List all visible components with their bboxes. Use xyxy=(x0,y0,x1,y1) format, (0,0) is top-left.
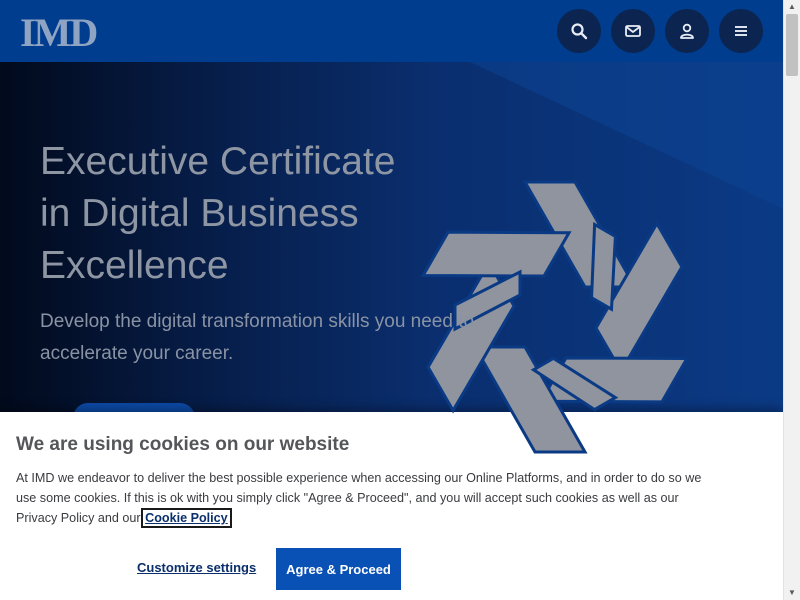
cookie-text-line: Privacy Policy and our xyxy=(16,511,141,525)
scrollbar-thumb[interactable] xyxy=(786,14,798,76)
search-icon xyxy=(571,23,588,40)
user-icon xyxy=(680,23,694,39)
contact-button[interactable] xyxy=(611,9,655,53)
hero-subtitle-line: accelerate your career. xyxy=(40,343,234,364)
scroll-down-arrow-icon[interactable]: ▼ xyxy=(787,588,797,598)
agree-proceed-button[interactable]: Agree & Proceed xyxy=(276,548,401,590)
hero-subtitle: Develop the digital transformation skill… xyxy=(40,306,560,370)
mail-icon xyxy=(625,25,641,37)
search-button[interactable] xyxy=(557,9,601,53)
scroll-up-arrow-icon[interactable]: ▲ xyxy=(787,2,797,12)
imd-logo[interactable]: IMD xyxy=(20,9,98,56)
hero-subtitle-line: Develop the digital transformation skill… xyxy=(40,311,475,332)
cookie-banner-title: We are using cookies on our website xyxy=(16,434,350,455)
customize-settings-link[interactable]: Customize settings xyxy=(137,560,256,575)
hero-title-line: Excellence xyxy=(40,244,229,287)
menu-button[interactable] xyxy=(719,9,763,53)
hero-title-line: in Digital Business xyxy=(40,192,359,235)
cookie-policy-link[interactable]: Cookie Policy xyxy=(141,508,232,528)
page-scrollbar[interactable]: ▲ ▼ xyxy=(783,0,800,600)
hero-title-line: Executive Certificate xyxy=(40,140,396,183)
cookie-text-period: . xyxy=(228,511,233,525)
cookie-text-line: At IMD we endeavor to deliver the best p… xyxy=(16,471,702,485)
site-header: IMD xyxy=(0,0,783,62)
cookie-banner-text: At IMD we endeavor to deliver the best p… xyxy=(16,468,746,528)
page: IMD Executive Certificate in Digital Bus… xyxy=(0,0,783,600)
hamburger-menu-icon xyxy=(735,26,747,36)
account-button[interactable] xyxy=(665,9,709,53)
cookie-text-line: use some cookies. If this is ok with you… xyxy=(16,491,679,505)
